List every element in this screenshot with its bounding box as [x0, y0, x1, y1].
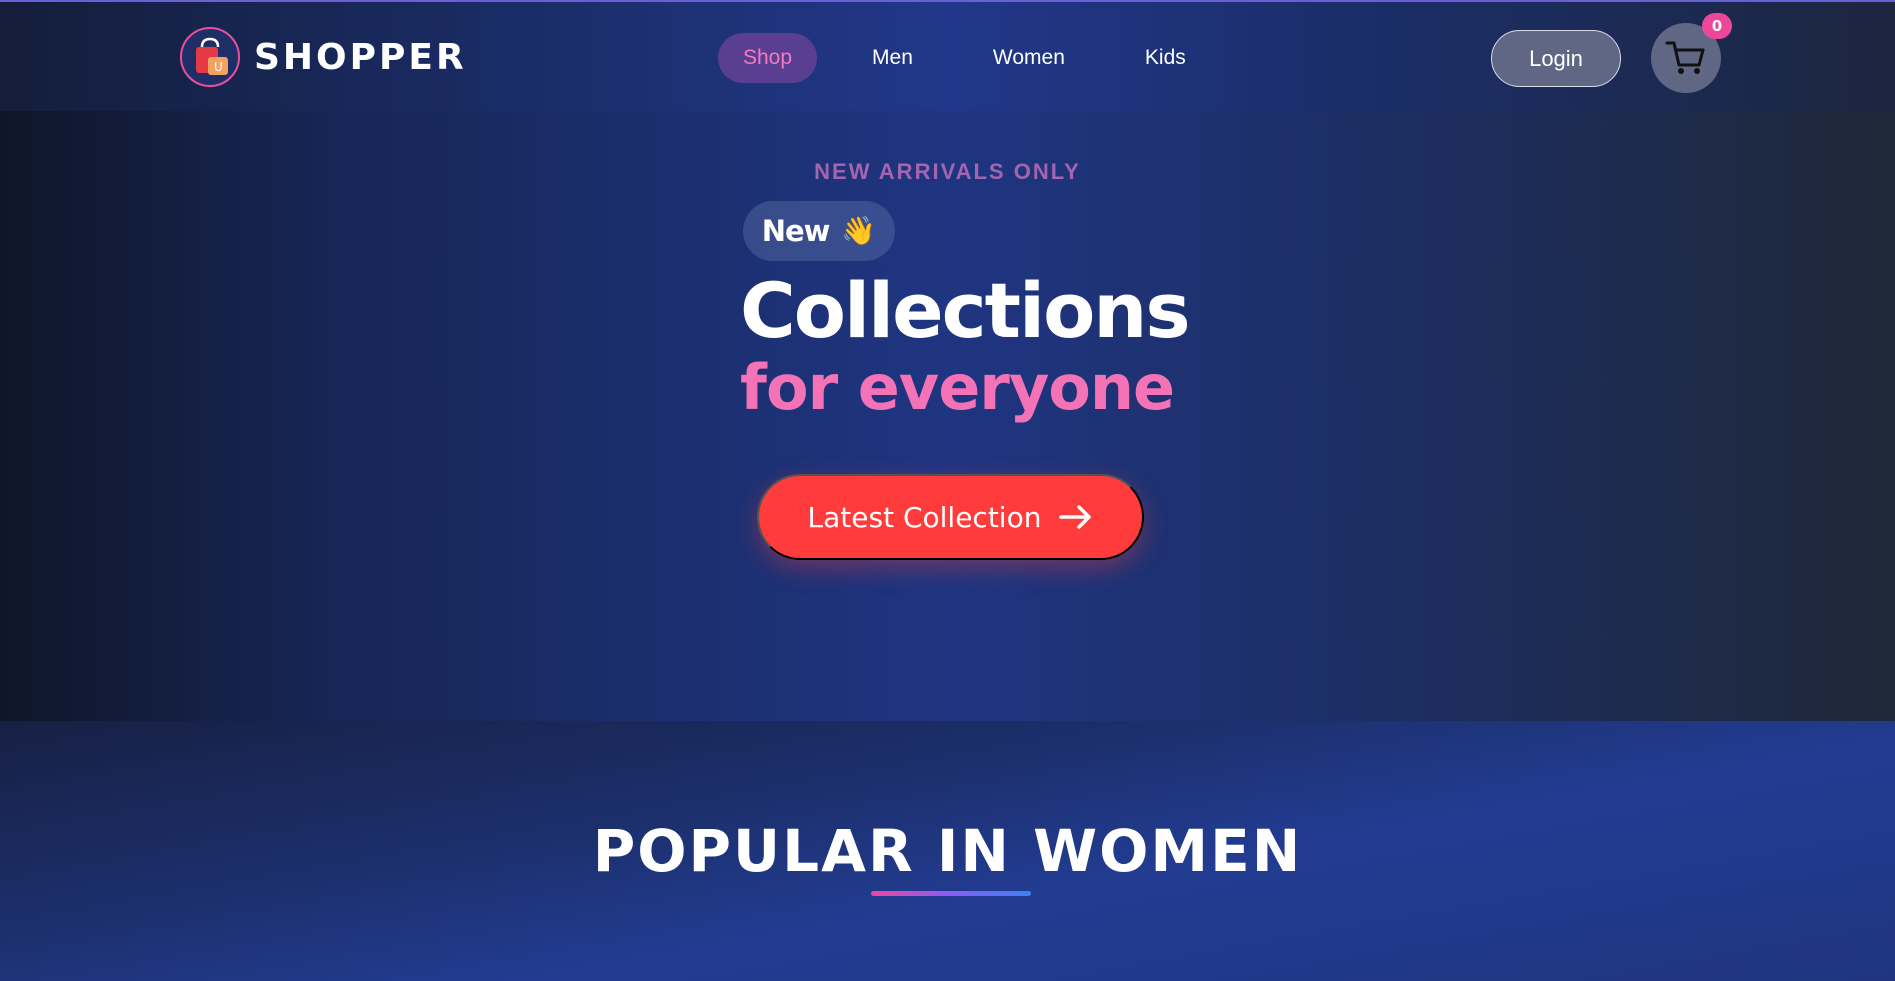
cart-icon [1665, 41, 1705, 74]
waving-hand-icon: 👋 [841, 214, 877, 247]
main-nav: Shop Men Women Kids [718, 33, 1211, 83]
logo-letter: U [214, 60, 223, 74]
hero-subtitle: for everyone [740, 351, 1175, 424]
cta-label: Latest Collection [807, 500, 1042, 534]
popular-title: POPULAR IN WOMEN [592, 817, 1303, 885]
hero-title: Collections [740, 266, 1191, 355]
arrow-right-icon [1059, 505, 1092, 529]
title-underline [871, 891, 1031, 896]
nav-item-women[interactable]: Women [968, 33, 1090, 83]
cart-count-badge: 0 [1702, 13, 1732, 39]
new-pill: New 👋 [743, 201, 895, 261]
navbar: U SHOPPER Shop Men Women Kids Login 0 [0, 0, 1895, 111]
nav-item-kids[interactable]: Kids [1120, 33, 1211, 83]
brand-logo[interactable]: U SHOPPER [180, 27, 467, 87]
latest-collection-button[interactable]: Latest Collection [757, 474, 1144, 560]
login-button[interactable]: Login [1491, 30, 1621, 87]
hero-kicker: NEW ARRIVALS ONLY [814, 159, 1081, 184]
brand-name: SHOPPER [254, 36, 467, 78]
new-pill-label: New [761, 214, 831, 248]
page: U SHOPPER Shop Men Women Kids Login 0 NE… [0, 0, 1895, 981]
hero-section: NEW ARRIVALS ONLY New 👋 Collections for … [0, 111, 1895, 721]
shopping-bag-icon: U [180, 27, 240, 87]
nav-item-shop[interactable]: Shop [718, 33, 818, 83]
popular-section: POPULAR IN WOMEN [0, 721, 1895, 981]
nav-item-men[interactable]: Men [847, 33, 938, 83]
